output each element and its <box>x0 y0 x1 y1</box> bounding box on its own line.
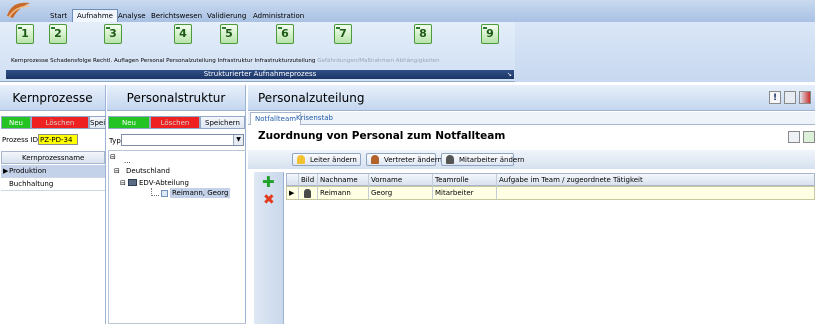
add-icon[interactable]: ✚ <box>262 174 275 190</box>
ribbon-label-infrastrukturzuteilung: Infrastrukturzuteilung <box>254 58 316 64</box>
tab-analyse[interactable]: Analyse <box>114 10 150 22</box>
personal-delete-button[interactable]: Löschen <box>150 116 200 129</box>
person-bild-cell <box>299 187 318 199</box>
personalstruktur-title: Personalstruktur <box>107 85 245 111</box>
app-window: Start Aufnahme Analyse Berichtswesen Val… <box>0 0 815 324</box>
dialog-launcher-icon[interactable]: ↘ <box>507 70 512 79</box>
tab-berichtswesen[interactable]: Berichtswesen <box>147 10 206 22</box>
step-3-icon: 3 <box>104 24 122 44</box>
menu-tab-bar: Start Aufnahme Analyse Berichtswesen Val… <box>0 0 815 22</box>
assignment-subtitle: Zuordnung von Personal zum Notfallteam <box>258 130 506 142</box>
assignment-grid-header: Bild Nachname Vorname Teamrolle Aufgabe … <box>286 173 815 186</box>
process-id-label: Prozess ID <box>2 136 39 144</box>
grid-corner <box>287 174 299 186</box>
ribbon-labels: Kernprozesse Schadensfolge Rechtl. Aufla… <box>11 56 516 66</box>
tree-dept-label[interactable]: EDV-Abteilung <box>139 178 189 188</box>
step-9-icon: 9 <box>481 24 499 44</box>
kern-row-label: Produktion <box>9 167 47 175</box>
change-leader-button[interactable]: Leiter ändern <box>292 153 361 166</box>
ribbon-label-personalzuteilung: Personalzuteilung <box>166 58 216 64</box>
kern-column-header[interactable]: Kernprozessname <box>1 151 105 164</box>
ribbon-label-abhaengigkeiten: Abhängigkeiten <box>395 58 440 64</box>
kernprozesse-title: Kernprozesse <box>0 85 105 111</box>
info-icon[interactable]: ! <box>769 91 781 104</box>
kern-delete-button[interactable]: Löschen <box>31 116 89 129</box>
personal-tree <box>108 150 249 324</box>
ribbon-label-infrastruktur: Infrastruktur <box>217 58 253 64</box>
tree-root-label: ... <box>124 157 131 165</box>
tab-krisenstab[interactable]: Krisenstab <box>292 112 337 125</box>
staff-person-icon <box>304 189 311 198</box>
tab-start[interactable]: Start <box>46 10 71 22</box>
table-row[interactable]: Buchhaltung <box>1 178 105 191</box>
kern-row-label: Buchhaltung <box>9 180 54 188</box>
ribbon-label-kernprozesse: Kernprozesse <box>11 58 49 64</box>
step-5-icon: 5 <box>220 24 238 44</box>
step-1-icon: 1 <box>16 24 34 44</box>
tree-country-label[interactable]: Deutschland <box>126 166 170 176</box>
column-header-vorname[interactable]: Vorname <box>369 174 433 186</box>
step-8-icon: 8 <box>414 24 432 44</box>
step-2-icon: 2 <box>49 24 67 44</box>
personal-new-button[interactable]: Neu <box>108 116 150 129</box>
delete-icon[interactable]: ✖ <box>263 192 275 208</box>
ribbon-label-schadensfolge: Schadensfolge <box>50 58 92 64</box>
ribbon-empty-area <box>515 22 815 82</box>
column-header-aufgabe[interactable]: Aufgabe im Team / zugeordnete Tätigkeit <box>497 174 815 186</box>
tab-aufnahme[interactable]: Aufnahme <box>72 9 118 22</box>
tree-expand-root-icon[interactable]: ⊟ <box>110 152 116 162</box>
step-7-icon: 7 <box>334 24 352 44</box>
tree-connector <box>151 188 159 196</box>
row-pointer-icon: ▶ <box>287 187 299 199</box>
step-6-icon: 6 <box>276 24 294 44</box>
cell-nachname[interactable]: Reimann <box>318 187 369 199</box>
staff-icon <box>446 155 454 164</box>
kern-save-button[interactable]: Spei <box>89 116 106 129</box>
change-deputy-button[interactable]: Vertreter ändern <box>366 153 442 166</box>
tab-validierung[interactable]: Validierung <box>203 10 250 22</box>
type-select[interactable]: ▼ <box>121 134 244 146</box>
tree-person-label[interactable]: Reimann, Georg <box>170 188 231 198</box>
deputy-icon <box>371 155 379 164</box>
change-staff-label: Mitarbeiter ändern <box>459 156 525 164</box>
process-id-input[interactable]: PZ-PD-34 <box>38 134 78 145</box>
report-icon[interactable] <box>799 91 811 104</box>
check-list-icon[interactable] <box>803 131 815 143</box>
ribbon-label-rechtl: Rechtl. Auflagen <box>92 58 139 64</box>
change-leader-label: Leiter ändern <box>310 156 357 164</box>
tree-expand-country-icon[interactable]: ⊟ <box>114 166 120 176</box>
ribbon-label-personal: Personal <box>140 58 165 64</box>
column-header-teamrolle[interactable]: Teamrolle <box>433 174 497 186</box>
column-header-nachname[interactable]: Nachname <box>318 174 369 186</box>
ribbon-group-title: Strukturierter Aufnahmeprozess <box>203 70 317 78</box>
ribbon-label-gefaehrdungen: Gefährdungen/Maßnahmen <box>317 58 394 64</box>
type-label: Typ <box>109 137 121 145</box>
leader-icon <box>297 155 305 164</box>
cell-vorname[interactable]: Georg <box>369 187 433 199</box>
change-staff-button[interactable]: Mitarbeiter ändern <box>441 153 524 166</box>
export-icon[interactable] <box>784 91 796 104</box>
chevron-down-icon: ▼ <box>233 135 243 145</box>
person-icon <box>161 190 168 197</box>
table-row[interactable]: ▶ Reimann Georg Mitarbeiter <box>286 186 815 200</box>
layout-icon[interactable] <box>788 131 800 143</box>
ribbon-group-label: Strukturierter Aufnahmeprozess ↘ <box>6 70 514 79</box>
step-4-icon: 4 <box>174 24 192 44</box>
table-row[interactable]: ▶ Produktion <box>1 165 105 178</box>
column-header-bild[interactable]: Bild <box>299 174 318 186</box>
department-icon <box>128 179 137 186</box>
personalzuteilung-title: Personalzuteilung <box>248 85 815 111</box>
cell-aufgabe[interactable] <box>497 187 814 199</box>
change-deputy-label: Vertreter ändern <box>384 156 443 164</box>
cell-teamrolle[interactable]: Mitarbeiter <box>433 187 497 199</box>
kern-new-button[interactable]: Neu <box>1 116 31 129</box>
row-pointer-icon: ▶ <box>3 167 9 175</box>
app-logo-icon <box>7 2 30 18</box>
tab-administration[interactable]: Administration <box>249 10 308 22</box>
personal-save-button[interactable]: Speichern <box>200 116 245 129</box>
tree-expand-dept-icon[interactable]: ⊟ <box>120 178 126 188</box>
